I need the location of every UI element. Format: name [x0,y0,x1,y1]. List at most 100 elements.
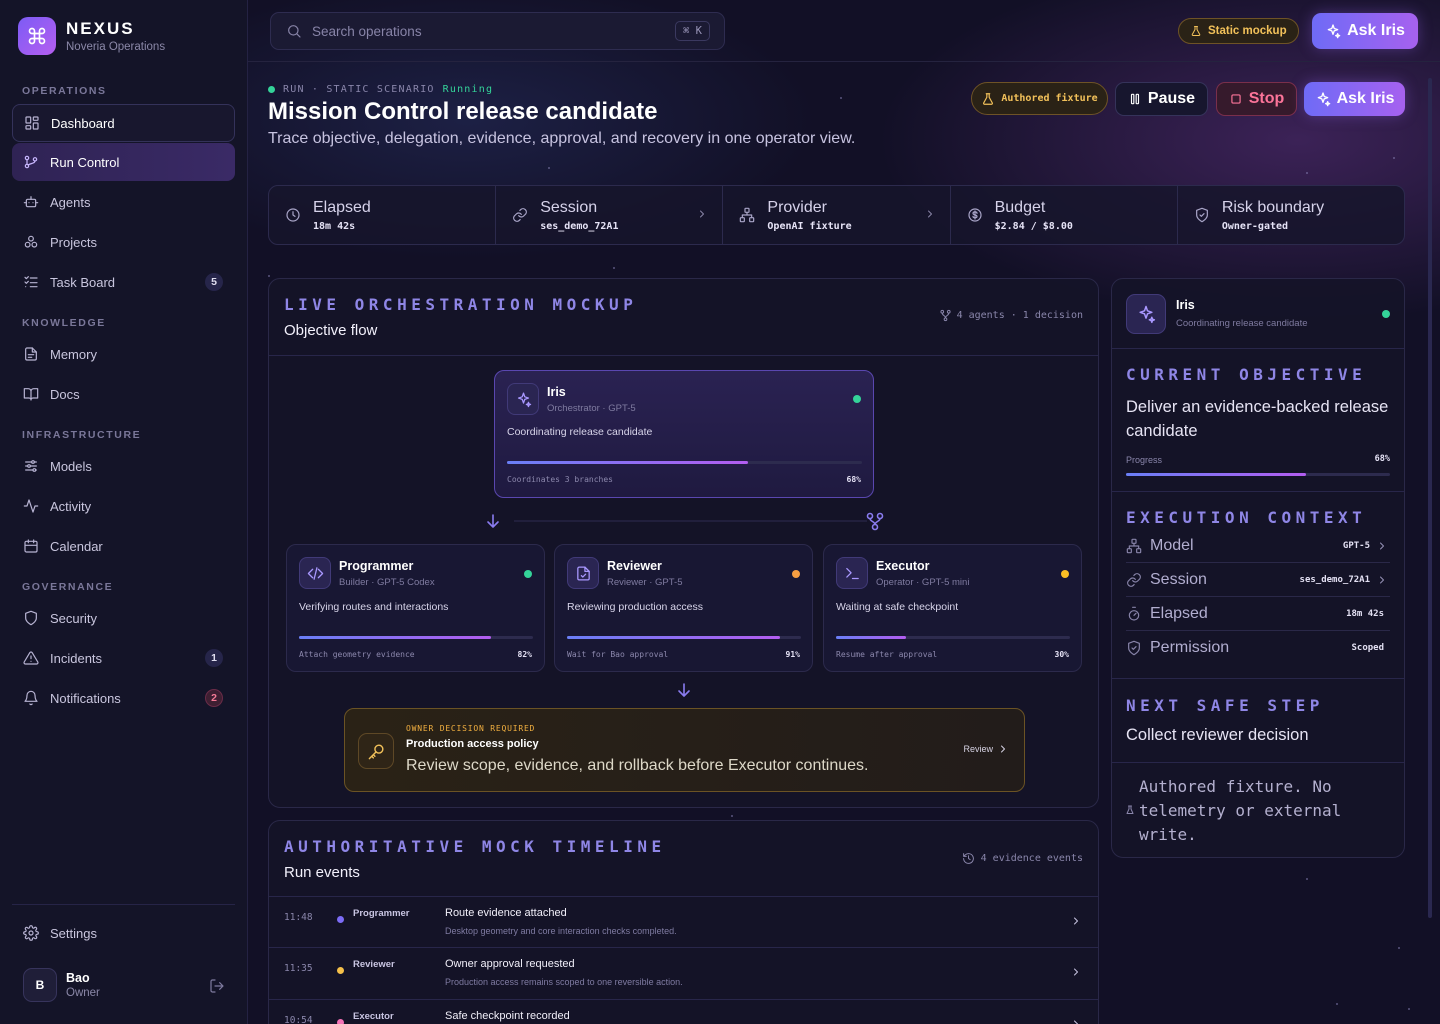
agent-desc: Verifying routes and interactions [299,601,449,613]
stop-label: Stop [1248,90,1285,107]
stat-value: OpenAI fixture [767,220,852,232]
progress-bar [299,636,533,639]
panel-divider [1112,678,1404,679]
status-dot [524,570,532,578]
dashboard-icon [24,115,40,131]
search-input[interactable] [312,23,652,39]
agents-icon [23,194,39,210]
main-content: ⌘ K Static mockup Ask Iris RUN · STATIC … [248,0,1440,1024]
user-profile[interactable]: B Bao Owner [23,968,100,1002]
orchestrator-card[interactable]: Iris Orchestrator · GPT-5 Coordinating r… [494,370,874,498]
agent-progress-pct: 68% [846,475,861,484]
bell-icon [23,690,39,706]
task-count-badge: 5 [205,273,223,291]
sidebar-item-calendar[interactable]: Calendar [12,527,235,565]
fixture-note: Authored fixture. No telemetry or extern… [1139,777,1342,844]
sparkle-icon [1317,92,1330,107]
agent-role: Orchestrator · GPT-5 [547,403,636,414]
sidebar-item-docs[interactable]: Docs [12,375,235,413]
sidebar-item-label: Calendar [50,538,103,554]
stat-session[interactable]: Session ses_demo_72A1 [496,186,724,244]
review-link[interactable]: Review [963,743,1009,755]
agent-name: Executor [876,559,930,573]
sidebar-item-label: Notifications [50,690,121,706]
context-label: Model [1150,536,1194,554]
agent-desc: Coordinating release candidate [507,426,653,438]
context-row-model[interactable]: Model GPT-5 [1126,529,1390,563]
network-icon [1126,538,1142,554]
sidebar-item-label: Models [50,458,92,474]
brand[interactable]: NEXUS Noveria Operations [18,17,165,55]
agent-role: Reviewer · GPT-5 [607,577,683,588]
shield-check-icon [1194,207,1210,223]
link-icon [1126,572,1142,588]
agent-progress-pct: 30% [1054,650,1069,659]
network-icon [739,207,755,223]
pause-button[interactable]: Pause [1115,82,1208,116]
sidebar-item-notifications[interactable]: Notifications 2 [12,679,235,717]
chevron-right-icon [1376,574,1388,586]
sidebar-item-models[interactable]: Models [12,447,235,485]
owner-decision-card[interactable]: OWNER DECISION REQUIRED Production acces… [344,708,1025,792]
stat-provider[interactable]: Provider OpenAI fixture [723,186,951,244]
ask-iris-button[interactable]: Ask Iris [1304,82,1405,116]
agent-card-reviewer[interactable]: Reviewer Reviewer · GPT-5 Reviewing prod… [554,544,813,672]
timeline-meta: 4 evidence events [962,852,1083,865]
panel-divider [1112,762,1404,763]
search-bar[interactable]: ⌘ K [270,12,725,50]
scrollbar[interactable] [1428,78,1432,918]
docs-icon [23,386,39,402]
agent-card-programmer[interactable]: Programmer Builder · GPT-5 Codex Verifyi… [286,544,545,672]
sidebar-item-memory[interactable]: Memory [12,335,235,373]
sidebar-item-dashboard[interactable]: Dashboard [12,104,235,142]
context-value: 18m 42s [1346,608,1384,619]
sidebar-item-settings[interactable]: Settings [12,914,235,952]
agent-name: Programmer [339,559,414,573]
page-subtitle: Trace objective, delegation, evidence, a… [268,130,856,147]
event-agent: Programmer [353,908,410,919]
incident-count-badge: 1 [205,649,223,667]
sidebar-item-label: Dashboard [51,115,115,131]
warning-icon [23,650,39,666]
sidebar-item-run-control[interactable]: Run Control [12,143,235,181]
timeline-panel: AUTHORITATIVE MOCK TIMELINE Run events 4… [268,820,1099,1024]
context-value: ses_demo_72A1 [1299,574,1370,585]
sidebar-item-label: Run Control [50,154,120,170]
agent-role: Operator · GPT-5 mini [876,577,970,588]
agent-progress-pct: 91% [785,650,800,659]
ask-iris-top-button[interactable]: Ask Iris [1312,13,1418,49]
sidebar-item-security[interactable]: Security [12,599,235,637]
logout-icon[interactable] [209,978,225,994]
context-row-permission: Permission Scoped [1126,631,1390,665]
notification-count-badge: 2 [205,689,223,707]
sidebar-item-task-board[interactable]: Task Board 5 [12,263,235,301]
progress-bar [507,461,862,464]
agent-desc: Coordinating release candidate [1176,318,1308,329]
status-dot [792,570,800,578]
fixture-label: Authored fixture [1001,93,1098,104]
context-row-session[interactable]: Session ses_demo_72A1 [1126,563,1390,597]
context-value: Scoped [1351,643,1384,653]
section-title: CURRENT OBJECTIVE [1126,365,1367,384]
sidebar-item-agents[interactable]: Agents [12,183,235,221]
agent-name: Iris [1176,298,1195,312]
sidebar-item-projects[interactable]: Projects [12,223,235,261]
file-check-icon [567,557,599,589]
agent-progress-pct: 82% [517,650,532,659]
page-title: Mission Control release candidate [268,98,658,125]
chevron-right-icon [1376,540,1388,552]
calendar-icon [23,538,39,554]
task-board-icon [23,274,39,290]
clock-icon [285,207,301,223]
timeline-row[interactable]: 11:35 Reviewer Owner approval requested … [269,947,1098,998]
agent-card-executor[interactable]: Executor Operator · GPT-5 mini Waiting a… [823,544,1082,672]
projects-icon [23,234,39,250]
timeline-row[interactable]: 10:54 Executor Safe checkpoint recorded [269,999,1098,1024]
timeline-row[interactable]: 11:48 Programmer Route evidence attached… [269,896,1098,947]
sidebar-item-activity[interactable]: Activity [12,487,235,525]
gear-icon [23,925,39,941]
sidebar-item-incidents[interactable]: Incidents 1 [12,639,235,677]
decision-tag: OWNER DECISION REQUIRED [406,724,536,733]
stop-button[interactable]: Stop [1216,82,1297,116]
arrow-down-icon [678,683,690,697]
